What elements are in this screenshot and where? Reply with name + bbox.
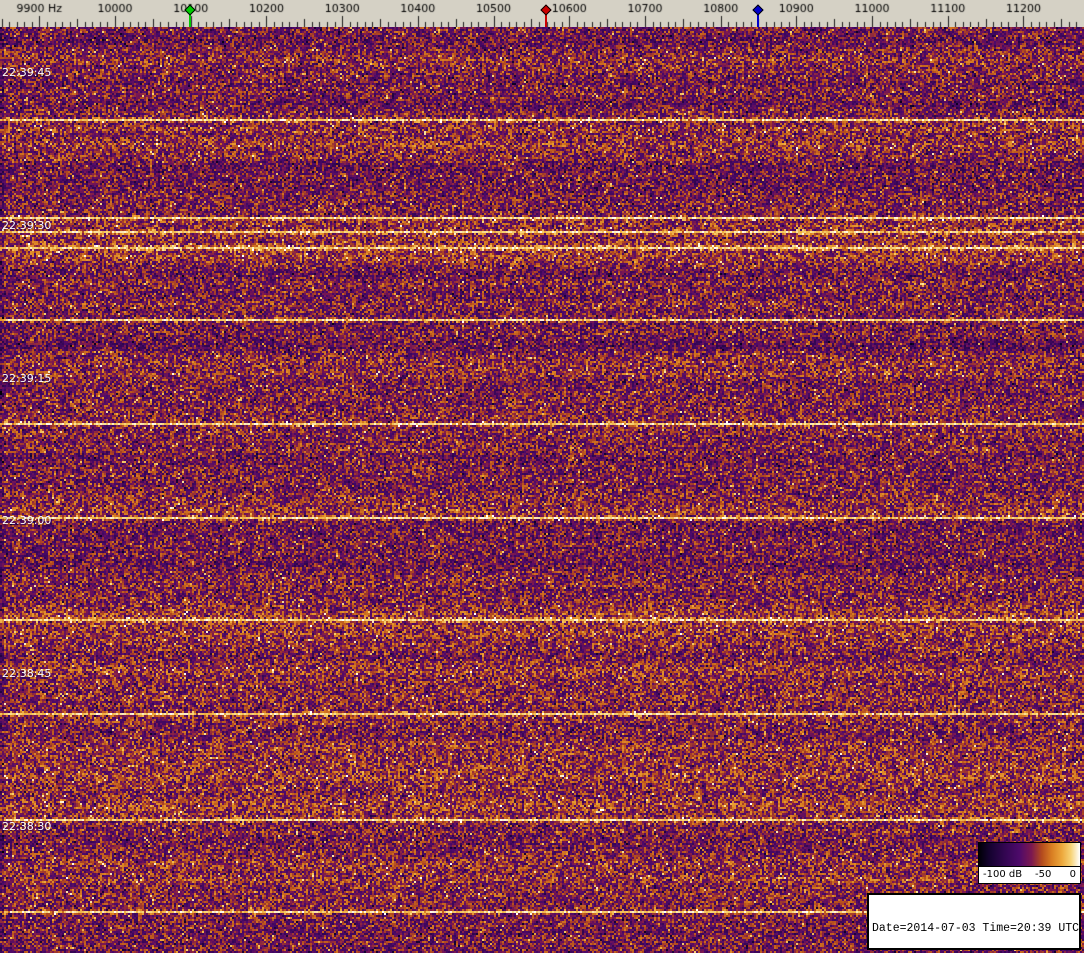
info-line-date: Date=2014-07-03 Time=20:39 UTC [872,922,1080,935]
marker-green[interactable] [184,4,196,27]
colorbar-label-max: 0 [1069,869,1076,880]
marker-blue-diamond-icon [752,4,764,16]
colorbar-gradient [979,843,1080,867]
waterfall-display[interactable] [0,27,1084,953]
marker-blue[interactable] [752,4,764,27]
marker-red[interactable] [540,4,552,27]
marker-red-diamond-icon [540,4,552,16]
colorbar-label-min: -100 dB [983,869,1023,880]
spectrogram-window: 22:39:45 22:39:30 22:39:15 22:39:00 22:38:45… [0,0,1084,953]
waterfall-area: 22:39:45 22:39:30 22:39:15 22:39:00 22:38:45… [0,27,1084,953]
colorbar-label-mid: -50 [1035,869,1052,880]
colorbar-labels: -100 dB -50 0 [979,867,1080,883]
station-info-box: Date=2014-07-03 Time=20:39 UTC Freq=143 … [867,893,1081,950]
marker-green-diamond-icon [184,4,196,16]
frequency-ruler[interactable] [0,0,1084,27]
amplitude-colorbar: -100 dB -50 0 [978,842,1081,884]
